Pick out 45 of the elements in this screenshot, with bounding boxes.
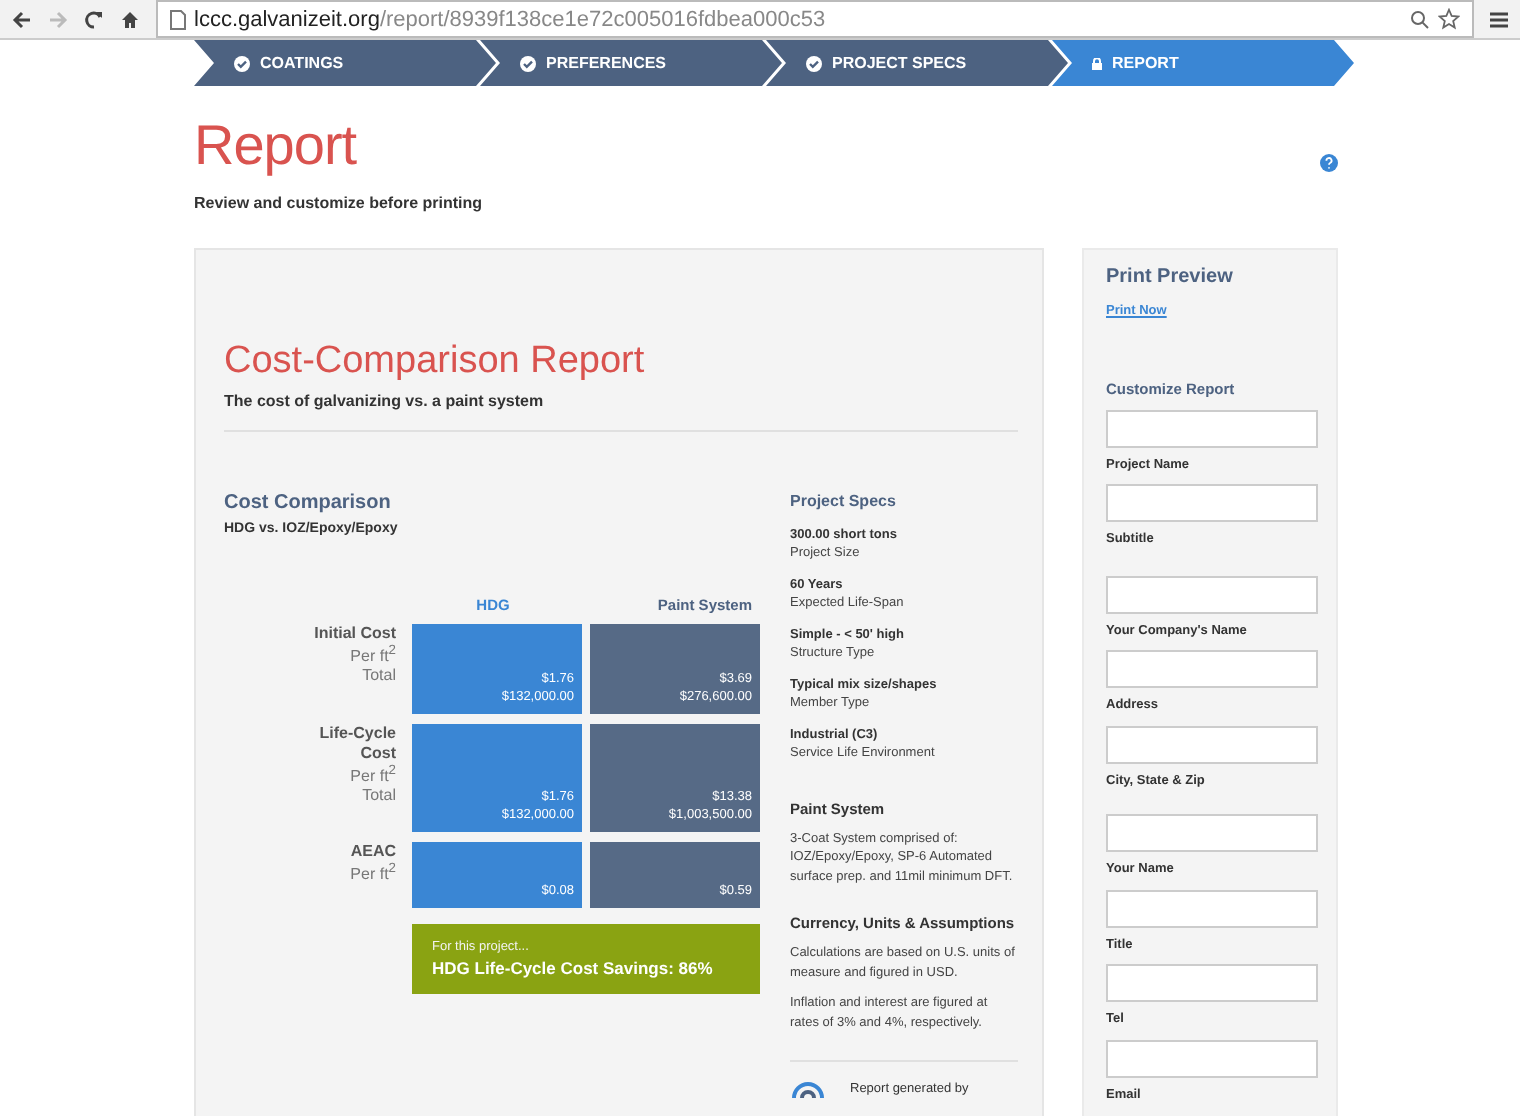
text-field[interactable] bbox=[1106, 1040, 1318, 1078]
row-sublabel: Total bbox=[362, 665, 396, 684]
forward-icon[interactable] bbox=[48, 9, 68, 29]
text-field[interactable] bbox=[1106, 964, 1318, 1002]
row-label: Life-Cycle Cost bbox=[317, 724, 396, 764]
row-label: AEAC bbox=[348, 842, 396, 862]
text-field[interactable] bbox=[1106, 726, 1318, 764]
report-title: Cost-Comparison Report bbox=[224, 340, 647, 384]
specs-title: Project Specs bbox=[790, 492, 898, 510]
text-field[interactable] bbox=[1106, 410, 1318, 448]
text-field[interactable] bbox=[1106, 576, 1318, 614]
step-tab[interactable]: COATINGS bbox=[194, 40, 496, 86]
address-bar[interactable]: lccc.galvanizeit.org/report/8939f138ce1e72c005016fdbea000c53 bbox=[156, 0, 1474, 38]
row-sublabel: Total bbox=[362, 785, 396, 804]
section-title: Cost Comparison bbox=[224, 492, 393, 514]
lock-icon bbox=[1092, 57, 1102, 69]
row-sublabel: Per ft$^{2}$ bbox=[350, 862, 396, 884]
row-label: Initial Cost bbox=[312, 624, 396, 644]
check-icon bbox=[806, 55, 822, 71]
reload-icon[interactable] bbox=[84, 9, 104, 29]
check-icon bbox=[520, 55, 536, 71]
step-tab[interactable]: PROJECT SPECS bbox=[766, 40, 1068, 86]
page-icon bbox=[170, 9, 186, 29]
zoom-icon[interactable] bbox=[1410, 9, 1430, 29]
logo-icon bbox=[790, 1077, 826, 1102]
step-tab[interactable]: PREFERENCES bbox=[480, 40, 782, 86]
page-title: Report bbox=[194, 114, 359, 178]
star-icon[interactable] bbox=[1438, 8, 1460, 30]
step-tab[interactable]: REPORT bbox=[1052, 40, 1354, 86]
help-icon[interactable] bbox=[1320, 154, 1338, 172]
text-field[interactable] bbox=[1106, 814, 1318, 852]
check-icon bbox=[234, 55, 250, 71]
row-sublabel: Per ft$^{2}$ bbox=[350, 764, 396, 786]
sidebar-title: Print Preview bbox=[1106, 266, 1235, 288]
url-text: lccc.galvanizeit.org/report/8939f138ce1e72c005016fdbea000c53 bbox=[194, 7, 826, 31]
row-sublabel: Per ft$^{2}$ bbox=[350, 644, 396, 666]
home-icon[interactable] bbox=[120, 9, 140, 29]
page-subtitle: Review and customize before printing bbox=[194, 194, 483, 212]
menu-icon[interactable] bbox=[1490, 9, 1508, 29]
text-field[interactable] bbox=[1106, 484, 1318, 522]
back-icon[interactable] bbox=[12, 9, 32, 29]
text-field[interactable] bbox=[1106, 650, 1318, 688]
savings-text: HDG Life-Cycle Cost Savings: 86% bbox=[432, 958, 715, 978]
text-field[interactable] bbox=[1106, 890, 1318, 928]
report-subtitle: The cost of galvanizing vs. a paint system bbox=[224, 392, 546, 410]
